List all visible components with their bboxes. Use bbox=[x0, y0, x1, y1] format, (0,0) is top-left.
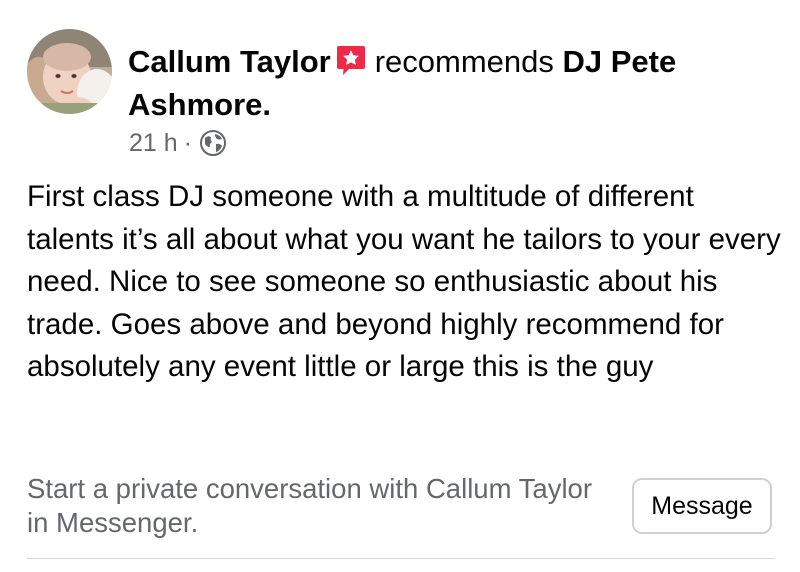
post-body: First class DJ someone with a multitude … bbox=[27, 180, 781, 383]
post-timestamp[interactable]: 21 h bbox=[129, 126, 178, 160]
avatar[interactable] bbox=[27, 29, 112, 114]
message-button[interactable]: Message bbox=[632, 478, 772, 534]
meta-separator: · bbox=[183, 129, 192, 157]
divider bbox=[27, 558, 775, 559]
action-verb: recommends bbox=[374, 44, 554, 79]
post-meta: 21 h · bbox=[129, 126, 227, 160]
recommendation-star-badge-icon bbox=[335, 44, 367, 76]
page-suffix: . bbox=[262, 87, 271, 122]
messenger-prompt: Start a private conversation with Callum… bbox=[27, 473, 593, 538]
globe-icon[interactable] bbox=[199, 129, 227, 157]
author-name[interactable]: Callum Taylor bbox=[128, 44, 331, 79]
avatar-photo bbox=[27, 29, 112, 114]
post-header: Callum Taylor recommends DJ Pete Ashmore. bbox=[128, 40, 768, 126]
